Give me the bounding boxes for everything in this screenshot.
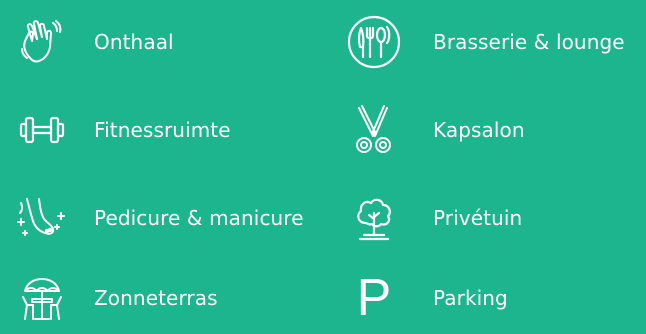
amenity-privetuin: Privétuin xyxy=(340,188,646,248)
amenities-grid: Onthaal Fitnessruimte Pedicure & manicur… xyxy=(0,0,646,334)
amenity-label-onthaal: Onthaal xyxy=(94,30,174,54)
tree-icon xyxy=(346,188,402,248)
amenity-label-privetuin: Privétuin xyxy=(433,206,523,230)
amenity-onthaal: Onthaal xyxy=(0,12,330,72)
waving-hand-icon xyxy=(14,12,70,72)
fork-spoon-plate-icon xyxy=(346,12,402,72)
dumbbell-icon xyxy=(14,100,70,160)
amenity-label-parking: Parking xyxy=(433,286,508,310)
parking-icon: P xyxy=(346,268,402,328)
amenity-label-pedicure-manicure: Pedicure & manicure xyxy=(94,206,304,230)
amenity-kapsalon: Kapsalon xyxy=(340,100,646,160)
foot-sparkle-icon xyxy=(14,188,70,248)
amenity-label-kapsalon: Kapsalon xyxy=(433,118,525,142)
amenity-zonneterras: Zonneterras xyxy=(0,268,330,328)
amenity-fitnessruimte: Fitnessruimte xyxy=(0,100,330,160)
amenity-parking: P Parking xyxy=(340,268,646,328)
amenity-label-zonneterras: Zonneterras xyxy=(94,286,218,310)
parking-glyph: P xyxy=(356,269,392,327)
amenity-brasserie-lounge: Brasserie & lounge xyxy=(340,12,646,72)
sun-terrace-icon xyxy=(14,268,70,328)
amenity-label-brasserie-lounge: Brasserie & lounge xyxy=(433,30,625,54)
amenity-label-fitnessruimte: Fitnessruimte xyxy=(94,118,231,142)
amenity-pedicure-manicure: Pedicure & manicure xyxy=(0,188,330,248)
scissors-icon xyxy=(346,100,402,160)
